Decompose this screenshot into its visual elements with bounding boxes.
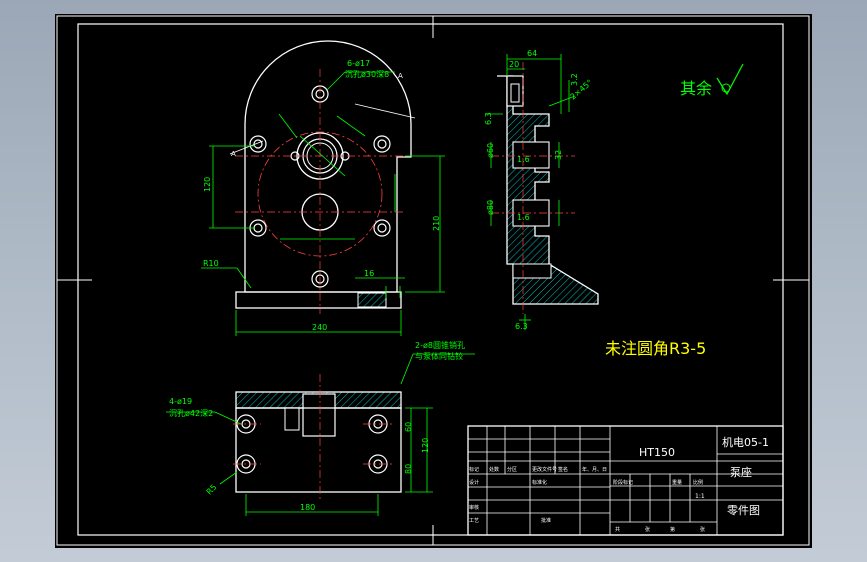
rest-label: 其余 [680, 79, 712, 98]
svg-text:重量: 重量 [672, 479, 682, 486]
ra-32-label: 3.2 [570, 73, 579, 86]
part-name-text: 泵座 [730, 465, 752, 479]
counterbore-42-label: 沉孔ø42深2 [169, 409, 213, 418]
svg-text:设计: 设计 [469, 479, 479, 486]
dim-180: 180 [300, 503, 315, 512]
ra-63-label: 6.3 [515, 322, 528, 331]
dim-20: 20 [509, 60, 519, 69]
side-view [491, 62, 599, 314]
svg-text:标准化: 标准化 [532, 479, 547, 486]
inner-border [77, 23, 784, 536]
svg-text:阶段标记: 阶段标记 [613, 479, 633, 486]
svg-text:张: 张 [645, 526, 650, 533]
holes-4-label: 4-ø19 [169, 397, 192, 406]
material-text: HT150 [639, 446, 675, 459]
title-block: HT150 机电05-1 泵座 零件图 1:1 标记 处数 分区 更改文件号 签… [467, 425, 784, 536]
dim-240: 240 [312, 323, 327, 332]
ra-63b-label: 6.3 [484, 112, 493, 125]
r5-label: R5 [205, 483, 219, 497]
ra-16b-label: 1.6 [517, 213, 530, 222]
phi60-label: ø60 [486, 143, 495, 158]
svg-text:更改文件号: 更改文件号 [532, 466, 557, 473]
svg-text:分区: 分区 [507, 466, 517, 473]
r10-label: R10 [203, 259, 219, 268]
svg-text:A: A [231, 150, 236, 158]
drawing-type-text: 零件图 [727, 504, 760, 517]
svg-text:批准: 批准 [541, 517, 551, 524]
unnoted-fillet-note: 未注圆角R3-5 [605, 339, 706, 358]
dim-16: 16 [364, 269, 374, 278]
svg-text:共: 共 [615, 526, 620, 533]
dim-32: 32 [554, 150, 563, 160]
pin-holes-line1: 2-ø8圆锥销孔 [415, 340, 465, 350]
ra-16-label: 1.6 [517, 155, 530, 164]
svg-text:第: 第 [670, 526, 675, 533]
holes-6-label: 6-ø17 [347, 59, 370, 68]
phi80-label: ø80 [486, 200, 495, 215]
dim-80: 80 [404, 464, 413, 474]
svg-text:签名: 签名 [558, 466, 568, 473]
drawing-viewport[interactable]: A A 240 120 210 16 R10 6-ø17 沉孔ø30深8 64 … [55, 14, 812, 548]
svg-text:张: 张 [700, 526, 705, 533]
dim-60: 60 [404, 422, 413, 432]
svg-text:比例: 比例 [693, 479, 703, 486]
front-dimension-text: 240 120 210 16 R10 6-ø17 沉孔ø30深8 [203, 59, 441, 332]
roughness-rest-note: 其余 [680, 63, 744, 98]
svg-text:处数: 处数 [489, 466, 499, 473]
svg-text:标记: 标记 [469, 466, 479, 473]
front-dimensions [201, 71, 445, 336]
drawing-canvas: A A 240 120 210 16 R10 6-ø17 沉孔ø30深8 64 … [56, 15, 810, 546]
pin-holes-line2: 与泵体同钻铰 [415, 351, 463, 361]
cad-window: A A 240 120 210 16 R10 6-ø17 沉孔ø30深8 64 … [0, 0, 867, 562]
dim-210: 210 [432, 216, 441, 231]
dim-120: 120 [203, 177, 212, 192]
front-view: A A [229, 40, 416, 314]
drawing-code-text: 机电05-1 [722, 435, 769, 449]
svg-text:工艺: 工艺 [469, 518, 479, 524]
counterbore-30-label: 沉孔ø30深8 [345, 70, 389, 79]
dim-64: 64 [527, 49, 537, 58]
top-view [233, 374, 402, 502]
svg-text:年、月、日: 年、月、日 [582, 466, 607, 473]
svg-text:审核: 审核 [469, 504, 479, 511]
scale-text: 1:1 [695, 493, 705, 500]
dim-120b: 120 [421, 438, 430, 453]
svg-text:A: A [398, 72, 403, 80]
